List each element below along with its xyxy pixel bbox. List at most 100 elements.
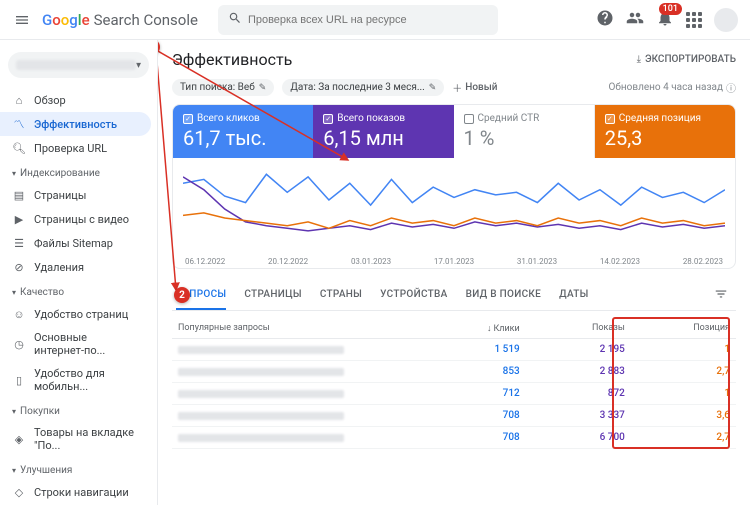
- metrics-card: ✓ Всего кликов 61,7 тыс. ✓ Всего показов 6…: [172, 104, 736, 269]
- nav-page-exp[interactable]: ☺Удобство страниц: [0, 302, 151, 326]
- nav-label: Страницы с видео: [34, 213, 129, 226]
- speed-icon: ◷: [12, 337, 26, 351]
- metric-label: Всего показов: [337, 113, 405, 124]
- metric-value: 1 %: [464, 126, 584, 150]
- nav-mobile[interactable]: ▯Удобство для мобильн...: [0, 362, 151, 398]
- apps-icon[interactable]: [686, 12, 702, 28]
- search-icon: 🔍︎: [12, 141, 26, 155]
- menu-icon[interactable]: [12, 12, 32, 28]
- section-indexing[interactable]: ▾Индексирование: [0, 164, 157, 183]
- sidebar: ▾ ⌂ Обзор 〽 Эффективность 🔍︎ Проверка URL ▾…: [0, 40, 158, 505]
- nav-label: Строки навигации: [34, 486, 129, 499]
- checkbox-icon: ✓: [183, 114, 193, 124]
- annotation-badge-2: 2: [174, 287, 190, 303]
- nav-performance[interactable]: 〽 Эффективность: [0, 112, 151, 136]
- metric-clicks[interactable]: ✓ Всего кликов 61,7 тыс.: [173, 105, 313, 158]
- nav-products[interactable]: ◈ Товары на вкладке "По...: [0, 421, 151, 457]
- tab-countries[interactable]: СТРАНЫ: [320, 281, 362, 310]
- col-clicks[interactable]: ↓Клики: [415, 323, 520, 334]
- nav-label: Удаления: [34, 261, 84, 274]
- metric-label: Средний CTR: [478, 113, 540, 124]
- plus-icon: ＋: [452, 80, 462, 95]
- tab-pages[interactable]: СТРАНИЦЫ: [244, 281, 301, 310]
- metric-value: 61,7 тыс.: [183, 126, 303, 150]
- nav-label: Проверка URL: [34, 142, 107, 155]
- nav-label: Основные интернет-по...: [34, 331, 139, 357]
- metric-impressions[interactable]: ✓ Всего показов 6,15 млн: [313, 105, 453, 158]
- nav-overview[interactable]: ⌂ Обзор: [0, 88, 151, 112]
- sort-down-icon: ↓: [487, 323, 492, 334]
- video-icon: ▶: [12, 212, 26, 226]
- chart: 06.12.202220.12.202203.01.202317.01.2023…: [173, 158, 735, 268]
- nav-sitemaps[interactable]: ☰Файлы Sitemap: [0, 231, 151, 255]
- nav-url-inspect[interactable]: 🔍︎ Проверка URL: [0, 136, 151, 160]
- tab-devices[interactable]: УСТРОЙСТВА: [380, 281, 447, 310]
- page-title: Эффективность: [172, 50, 292, 69]
- nav-label: Товары на вкладке "По...: [34, 426, 139, 452]
- section-quality[interactable]: ▾Качество: [0, 283, 157, 302]
- notifications-icon[interactable]: 101: [656, 9, 674, 30]
- edit-icon: ✎: [259, 83, 267, 93]
- last-updated: Обновлено 4 часа назадⓘ: [609, 80, 736, 95]
- search-icon: [228, 11, 242, 28]
- col-query[interactable]: Популярные запросы: [178, 323, 415, 334]
- remove-icon: ⊘: [12, 260, 26, 274]
- tag-icon: ◈: [12, 432, 26, 446]
- table-row[interactable]: 7083 3373,6: [172, 405, 736, 427]
- nav-label: Эффективность: [34, 118, 117, 131]
- chart-icon: 〽: [12, 117, 26, 131]
- col-impr[interactable]: Показы: [520, 323, 625, 334]
- people-icon[interactable]: [626, 9, 644, 30]
- tab-dates[interactable]: ДАТЫ: [559, 281, 589, 310]
- property-selector[interactable]: ▾: [8, 52, 149, 78]
- nav-video-pages[interactable]: ▶ Страницы с видео: [0, 207, 151, 231]
- checkbox-icon: [464, 114, 474, 124]
- metric-label: Средняя позиция: [619, 113, 701, 124]
- add-filter-button[interactable]: ＋Новый: [452, 80, 497, 95]
- nav-cwv[interactable]: ◷ Основные интернет-по...: [0, 326, 151, 362]
- nav-removals[interactable]: ⊘ Удаления: [0, 255, 151, 279]
- nav-label: Страницы: [34, 189, 86, 202]
- filter-search-type[interactable]: Тип поиска: Веб✎: [172, 79, 274, 96]
- nav-label: Удобство страниц: [34, 308, 128, 321]
- info-icon: ⓘ: [726, 80, 736, 95]
- nav-pages[interactable]: ▤ Страницы: [0, 183, 151, 207]
- bc-icon: ◇: [12, 485, 26, 499]
- pages-icon: ▤: [12, 188, 26, 202]
- home-icon: ⌂: [12, 93, 26, 107]
- table-row[interactable]: 1 5192 1951: [172, 339, 736, 361]
- table-row[interactable]: 7128721: [172, 383, 736, 405]
- col-pos[interactable]: Позиция: [625, 323, 730, 334]
- tab-appearance[interactable]: ВИД В ПОИСКЕ: [466, 281, 542, 310]
- queries-table: Популярные запросы ↓Клики Показы Позиция…: [172, 319, 736, 449]
- metric-value: 6,15 млн: [323, 126, 443, 150]
- checkbox-icon: ✓: [605, 114, 615, 124]
- logo: Google Search Console: [42, 11, 198, 29]
- table-row[interactable]: 8532 8832,7: [172, 361, 736, 383]
- annotation-badge-1: 1: [158, 40, 160, 55]
- metric-position[interactable]: ✓ Средняя позиция 25,3: [595, 105, 735, 158]
- export-button[interactable]: ⤓ЭКСПОРТИРОВАТЬ: [637, 54, 736, 65]
- checkbox-icon: ✓: [323, 114, 333, 124]
- filter-date[interactable]: Дата: За последние 3 меся...✎: [282, 79, 444, 96]
- nav-label: Файлы Sitemap: [34, 237, 113, 250]
- metric-label: Всего кликов: [197, 113, 260, 124]
- search-input[interactable]: [248, 14, 488, 26]
- edit-icon: ✎: [429, 83, 437, 93]
- nav-label: Удобство для мобильн...: [34, 367, 139, 393]
- metric-ctr[interactable]: Средний CTR 1 %: [454, 105, 595, 158]
- section-enh[interactable]: ▾Улучшения: [0, 461, 157, 480]
- help-icon[interactable]: [596, 9, 614, 30]
- chevron-down-icon: ▾: [136, 60, 141, 71]
- metric-value: 25,3: [605, 126, 725, 150]
- download-icon: ⤓: [637, 54, 641, 65]
- section-shopping[interactable]: ▾Покупки: [0, 402, 157, 421]
- table-row[interactable]: 7086 7002,7: [172, 427, 736, 449]
- avatar[interactable]: [714, 8, 738, 32]
- nav-breadcrumbs[interactable]: ◇ Строки навигации: [0, 480, 151, 504]
- filter-icon[interactable]: [710, 281, 732, 310]
- search-input-wrap[interactable]: [218, 5, 498, 35]
- notif-badge: 101: [659, 3, 682, 15]
- nav-label: Обзор: [34, 94, 66, 107]
- main: Эффективность ⤓ЭКСПОРТИРОВАТЬ Тип поиска…: [158, 40, 750, 505]
